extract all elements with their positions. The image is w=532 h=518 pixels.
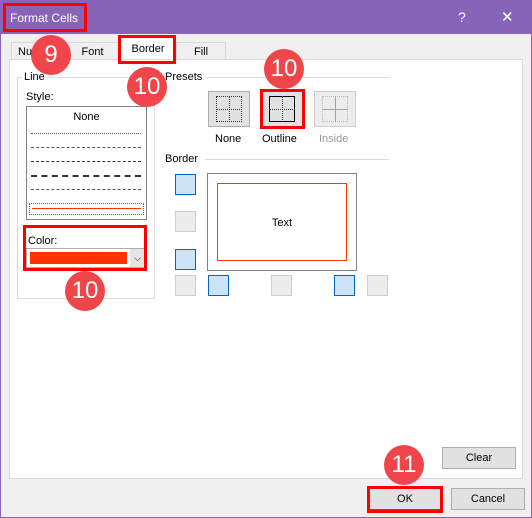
presets-label: Presets [165, 71, 203, 83]
border-label: Border [165, 153, 199, 165]
title-highlight [3, 3, 87, 32]
preset-outline-label: Outline [262, 133, 297, 145]
tab-font[interactable]: Font [65, 42, 120, 60]
border-horizontal-button[interactable] [175, 211, 196, 232]
preview-text: Text [271, 217, 293, 229]
clear-button[interactable]: Clear [442, 447, 516, 469]
close-button[interactable]: ✕ [501, 8, 514, 26]
preset-none-label: None [215, 133, 242, 145]
line-style-option[interactable] [31, 189, 141, 190]
border-preview[interactable]: Text [207, 173, 357, 271]
border-left-button[interactable] [208, 275, 229, 296]
step-badge: 10 [264, 49, 304, 89]
help-button[interactable]: ? [458, 9, 466, 25]
line-style-option[interactable] [31, 147, 141, 148]
style-label: Style: [26, 91, 54, 103]
step-badge: 9 [31, 35, 71, 75]
border-vertical-button[interactable] [271, 275, 292, 296]
line-style-list[interactable]: None [26, 106, 147, 220]
tab-label: Font [81, 45, 104, 58]
cancel-button[interactable]: Cancel [451, 488, 525, 510]
line-style-option[interactable] [31, 133, 141, 134]
line-style-none[interactable]: None [27, 111, 146, 123]
format-cells-dialog: Format Cells ? ✕ Nu Font Border Fill Lin… [0, 0, 532, 518]
line-style-selected[interactable] [29, 203, 144, 215]
preset-none-button[interactable] [208, 91, 250, 127]
line-style-option[interactable] [31, 161, 141, 162]
color-highlight [23, 225, 147, 271]
outline-highlight [260, 89, 305, 129]
clear-label: Clear [465, 452, 493, 464]
ok-highlight [367, 486, 443, 513]
preset-inside-label: Inside [319, 133, 349, 145]
step-badge: 11 [384, 445, 424, 485]
border-divider [205, 159, 389, 160]
border-top-button[interactable] [175, 174, 196, 195]
tab-label: Fill [193, 45, 209, 58]
step-badge: 10 [127, 67, 167, 107]
line-style-option[interactable] [31, 175, 141, 177]
tab-label: Nu [18, 45, 33, 58]
border-tab-highlight [118, 35, 176, 64]
tab-fill[interactable]: Fill [176, 42, 226, 60]
border-bottom-button[interactable] [175, 249, 196, 270]
border-diagonal-up-button[interactable] [175, 275, 196, 296]
border-right-button[interactable] [334, 275, 355, 296]
preset-inside-button[interactable] [314, 91, 356, 127]
cancel-label: Cancel [470, 493, 506, 505]
step-badge: 10 [65, 271, 105, 311]
border-diagonal-down-button[interactable] [367, 275, 388, 296]
